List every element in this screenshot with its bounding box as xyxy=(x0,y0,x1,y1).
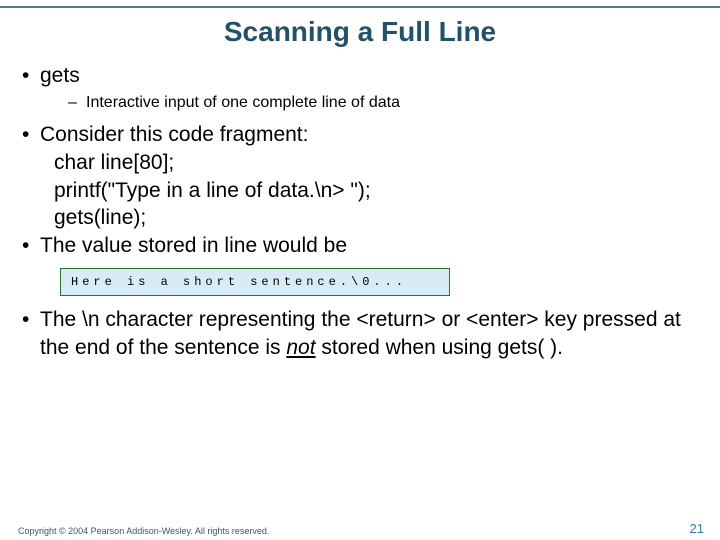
bullet-consider: Consider this code fragment: xyxy=(18,121,702,149)
bullet-value-stored: The value stored in line would be xyxy=(18,232,702,260)
note-not: not xyxy=(286,336,315,359)
note-post: stored when using gets( ). xyxy=(316,336,563,359)
bullet-list-3: The \n character representing the <retur… xyxy=(18,306,702,361)
bullet-gets: gets Interactive input of one complete l… xyxy=(18,62,702,113)
bullet-list-2: The value stored in line would be xyxy=(18,232,702,260)
code-line-1: char line[80]; xyxy=(18,149,702,177)
memory-diagram: Here is a short sentence.\0... xyxy=(60,268,450,296)
sub-bullet: Interactive input of one complete line o… xyxy=(68,92,702,114)
slide-title: Scanning a Full Line xyxy=(0,16,720,48)
code-line-3: gets(line); xyxy=(18,204,702,232)
bullet-newline-note: The \n character representing the <retur… xyxy=(18,306,702,361)
slide-body: gets Interactive input of one complete l… xyxy=(0,62,720,361)
top-rule xyxy=(0,6,720,8)
page-number: 21 xyxy=(690,521,704,536)
code-line-2: printf("Type in a line of data.\n> "); xyxy=(18,177,702,205)
bullet-gets-text: gets xyxy=(40,64,80,87)
copyright-footer: Copyright © 2004 Pearson Addison-Wesley.… xyxy=(18,526,269,536)
slide: Scanning a Full Line gets Interactive in… xyxy=(0,6,720,540)
bullet-list: gets Interactive input of one complete l… xyxy=(18,62,702,149)
sub-list: Interactive input of one complete line o… xyxy=(40,92,702,114)
